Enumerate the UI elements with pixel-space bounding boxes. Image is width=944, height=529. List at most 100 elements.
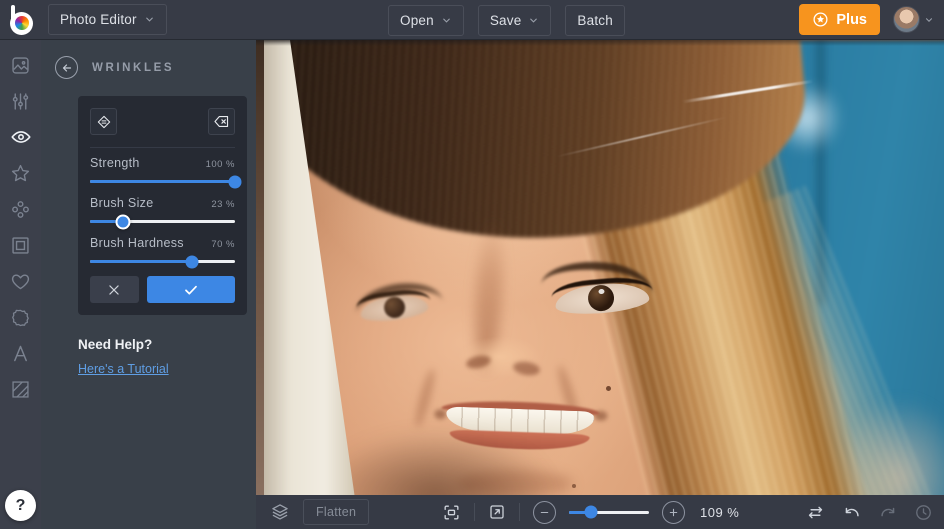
fullscreen-button[interactable] bbox=[488, 503, 506, 521]
history-button[interactable] bbox=[914, 503, 933, 522]
badge-icon bbox=[10, 307, 31, 328]
redo-icon bbox=[878, 503, 898, 522]
zoom-in-button[interactable] bbox=[662, 501, 685, 524]
heart-icon bbox=[10, 271, 31, 292]
app-menu-label: Photo Editor bbox=[60, 12, 137, 27]
strength-slider-group: Strength 100 % bbox=[90, 156, 235, 183]
logo-color-wheel bbox=[15, 16, 29, 30]
batch-button[interactable]: Batch bbox=[565, 5, 625, 36]
sidebar-item-touch-up[interactable] bbox=[9, 126, 33, 148]
back-button[interactable] bbox=[55, 56, 78, 79]
file-actions-group: Open Save Batch bbox=[388, 0, 625, 40]
sidebar-item-text[interactable] bbox=[9, 342, 33, 364]
sidebar-item-adjust[interactable] bbox=[9, 90, 33, 112]
account-group: Plus bbox=[799, 4, 944, 35]
brush-size-slider[interactable] bbox=[90, 220, 235, 223]
zoom-slider[interactable] bbox=[569, 511, 649, 514]
wrinkles-panel: WRINKLES Strength 100 % bbox=[41, 40, 256, 529]
divider bbox=[519, 503, 520, 521]
fit-to-screen-button[interactable] bbox=[442, 503, 461, 522]
layers-group: Flatten bbox=[270, 495, 369, 529]
app-menu-button[interactable]: Photo Editor bbox=[48, 4, 167, 35]
user-menu[interactable] bbox=[893, 6, 934, 33]
flatten-button[interactable]: Flatten bbox=[303, 499, 369, 525]
sidebar-item-overlays[interactable] bbox=[9, 270, 33, 292]
sidebar-item-effects[interactable] bbox=[9, 162, 33, 184]
compare-button[interactable] bbox=[805, 503, 826, 522]
divider bbox=[474, 503, 475, 521]
sidebar-item-graphics[interactable] bbox=[9, 306, 33, 328]
brush-tool-button[interactable] bbox=[90, 108, 117, 135]
zoom-percentage: 109 % bbox=[700, 505, 739, 520]
cancel-button[interactable] bbox=[90, 276, 139, 303]
chevron-down-icon bbox=[924, 15, 934, 25]
zoom-slider-thumb[interactable] bbox=[585, 506, 598, 519]
eraser-icon bbox=[213, 113, 230, 130]
brush-hardness-fill bbox=[90, 260, 192, 263]
sidebar-item-edit[interactable] bbox=[9, 54, 33, 76]
wrinkles-settings-card: Strength 100 % Brush Size 23 % bbox=[78, 96, 247, 315]
brush-size-label: Brush Size bbox=[90, 196, 153, 210]
plus-label: Plus bbox=[836, 12, 867, 28]
chevron-down-icon bbox=[144, 14, 155, 25]
chevron-down-icon bbox=[441, 15, 452, 26]
checkmark-icon bbox=[183, 282, 199, 298]
dots-cluster-icon bbox=[10, 199, 31, 220]
redo-button[interactable] bbox=[878, 503, 898, 522]
photo-mole bbox=[606, 386, 611, 391]
popout-icon bbox=[488, 503, 506, 521]
brush-hardness-label: Brush Hardness bbox=[90, 236, 184, 250]
need-help-heading: Need Help? bbox=[78, 337, 256, 352]
brush-hardness-slider[interactable] bbox=[90, 260, 235, 263]
arrow-left-icon bbox=[61, 62, 73, 74]
apply-button[interactable] bbox=[147, 276, 235, 303]
confirm-row bbox=[90, 276, 235, 303]
eye-icon bbox=[10, 126, 32, 148]
photo-image bbox=[256, 40, 944, 529]
star-circle-icon bbox=[812, 11, 829, 28]
brush-hardness-value: 70 % bbox=[211, 239, 235, 250]
divider bbox=[90, 147, 235, 148]
plus-upgrade-button[interactable]: Plus bbox=[799, 4, 880, 35]
help-label: ? bbox=[16, 497, 26, 515]
tool-rail: ? bbox=[0, 40, 41, 529]
close-icon bbox=[107, 283, 121, 297]
befunky-logo[interactable] bbox=[10, 5, 36, 35]
top-toolbar: Photo Editor Open Save Batch Plus bbox=[0, 0, 944, 40]
text-icon bbox=[10, 343, 31, 364]
compare-arrows-icon bbox=[805, 503, 826, 522]
photo-layer-left-edge bbox=[256, 40, 264, 529]
brush-size-thumb[interactable] bbox=[116, 214, 131, 229]
layers-icon bbox=[270, 502, 290, 522]
canvas-top-shadow bbox=[256, 40, 944, 46]
brush-tool-icon bbox=[96, 114, 112, 130]
panel-title: WRINKLES bbox=[92, 62, 174, 74]
batch-label: Batch bbox=[577, 13, 613, 28]
open-button[interactable]: Open bbox=[388, 5, 464, 36]
flatten-label: Flatten bbox=[316, 505, 356, 519]
undo-button[interactable] bbox=[842, 503, 862, 522]
minus-icon bbox=[539, 507, 550, 518]
chevron-down-icon bbox=[528, 15, 539, 26]
photo-canvas[interactable] bbox=[256, 40, 944, 529]
strength-label: Strength bbox=[90, 156, 140, 170]
open-label: Open bbox=[400, 13, 434, 28]
layers-button[interactable] bbox=[270, 502, 290, 522]
strength-thumb[interactable] bbox=[229, 175, 242, 188]
frame-icon bbox=[10, 235, 31, 256]
sidebar-item-frames[interactable] bbox=[9, 234, 33, 256]
photo-editor-app: Photo Editor Open Save Batch Plus bbox=[0, 0, 944, 529]
canvas-toolbar: Flatten 109 % bbox=[256, 495, 944, 529]
clock-history-icon bbox=[914, 503, 933, 522]
help-button[interactable]: ? bbox=[5, 490, 36, 521]
save-button[interactable]: Save bbox=[478, 5, 552, 36]
sidebar-item-textures[interactable] bbox=[9, 378, 33, 400]
sidebar-item-artsy[interactable] bbox=[9, 198, 33, 220]
strength-slider[interactable] bbox=[90, 180, 235, 183]
zoom-out-button[interactable] bbox=[533, 501, 556, 524]
tutorial-link[interactable]: Here's a Tutorial bbox=[78, 362, 169, 376]
undo-icon bbox=[842, 503, 862, 522]
brush-hardness-thumb[interactable] bbox=[185, 255, 198, 268]
eraser-tool-button[interactable] bbox=[208, 108, 235, 135]
brush-size-value: 23 % bbox=[211, 199, 235, 210]
